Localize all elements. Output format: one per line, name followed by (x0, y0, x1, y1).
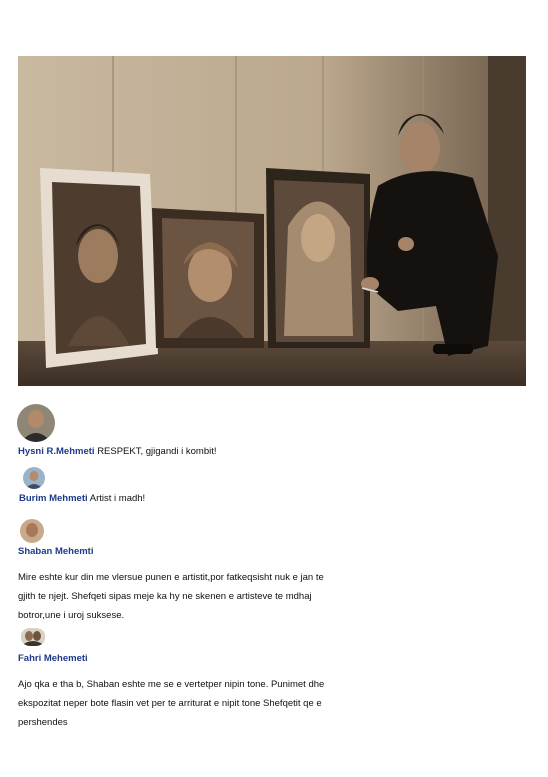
avatar[interactable] (17, 404, 55, 442)
paragraph-line: ekspozitat neper bote flasin vet per te … (18, 698, 322, 709)
paragraph-line: pershendes (18, 717, 68, 728)
comment-author[interactable]: Hysni R.Mehmeti (18, 446, 95, 457)
comment-2: Burim Mehmeti Artist i madh! (19, 493, 145, 504)
comment-4-body: Ajo qka e tha b, Shaban eshte me se e ve… (18, 675, 388, 732)
artist-photo (18, 56, 526, 386)
paragraph-line: botror,une i uroj suksese. (18, 610, 125, 621)
comment-author[interactable]: Fahri Mehemeti (18, 653, 88, 664)
paragraph-line: gjith te njejt. Shefqeti sipas meje ka h… (18, 591, 312, 602)
avatar-image (17, 404, 55, 442)
paragraph-line: Ajo qka e tha b, Shaban eshte me se e ve… (18, 679, 325, 690)
photo-illustration (18, 56, 526, 386)
comment-1: Hysni R.Mehmeti RESPEKT, gjigandi i komb… (18, 446, 217, 457)
comment-author[interactable]: Shaban Mehemti (18, 546, 94, 557)
avatar[interactable] (21, 628, 45, 646)
avatar-image (20, 519, 44, 543)
comment-text: RESPEKT, gjigandi i kombit! (97, 446, 217, 457)
avatar-image (23, 467, 45, 489)
comment-3: Shaban Mehemti (18, 546, 94, 557)
paragraph-line: Mire eshte kur din me vlersue punen e ar… (18, 572, 324, 583)
comment-4: Fahri Mehemeti (18, 653, 88, 664)
comment-author[interactable]: Burim Mehmeti (19, 493, 88, 504)
avatar-image (21, 628, 45, 646)
comment-3-body: Mire eshte kur din me vlersue punen e ar… (18, 568, 388, 625)
avatar[interactable] (20, 519, 44, 543)
avatar[interactable] (23, 467, 45, 489)
comment-text: Artist i madh! (89, 493, 146, 504)
